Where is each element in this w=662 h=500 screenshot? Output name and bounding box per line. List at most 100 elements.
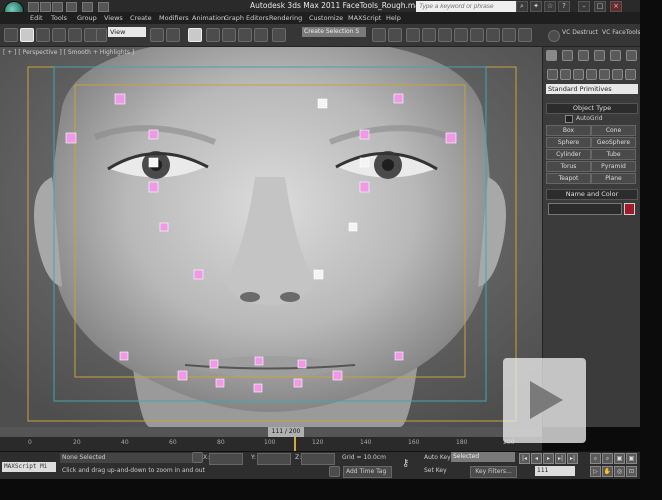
- hierarchy-panel-icon[interactable]: [578, 50, 589, 61]
- box-button[interactable]: Box: [546, 125, 591, 136]
- orbit-icon[interactable]: ◎: [614, 466, 625, 477]
- plane-button[interactable]: Plane: [591, 173, 636, 184]
- open-file-icon[interactable]: [40, 2, 51, 12]
- minimize-icon[interactable]: –: [578, 1, 590, 12]
- reference-coordinate-dropdown[interactable]: View: [108, 27, 146, 37]
- key-filters-button[interactable]: Key Filters...: [470, 466, 517, 478]
- angle-snap-icon[interactable]: [222, 28, 236, 42]
- autogrid-checkbox[interactable]: [565, 115, 573, 123]
- align-icon[interactable]: [388, 28, 402, 42]
- systems-icon[interactable]: [625, 69, 636, 80]
- motion-panel-icon[interactable]: [594, 50, 605, 61]
- x-coordinate-field[interactable]: [209, 453, 243, 465]
- primitives-dropdown[interactable]: Standard Primitives: [546, 84, 638, 94]
- teapot-button[interactable]: Teapot: [546, 173, 591, 184]
- material-editor-icon[interactable]: [470, 28, 484, 42]
- spinner-snap-icon[interactable]: [254, 28, 268, 42]
- y-coordinate-field[interactable]: [257, 453, 291, 465]
- geosphere-button[interactable]: GeoSphere: [591, 137, 636, 148]
- torus-button[interactable]: Torus: [546, 161, 591, 172]
- lights-icon[interactable]: [573, 69, 584, 80]
- helpers-icon[interactable]: [599, 69, 610, 80]
- communication-center-icon[interactable]: ☆: [544, 1, 556, 12]
- search-input[interactable]: [416, 1, 517, 12]
- object-type-rollout[interactable]: Object Type: [546, 103, 638, 114]
- save-file-icon[interactable]: [52, 2, 63, 12]
- percent-snap-icon[interactable]: [238, 28, 252, 42]
- display-panel-icon[interactable]: [610, 50, 621, 61]
- zoom-icon[interactable]: ⌕: [590, 453, 601, 464]
- select-by-name-icon[interactable]: [36, 28, 50, 42]
- menu-graph-editors[interactable]: Graph Editors: [224, 14, 269, 22]
- subscription-icon[interactable]: ✦: [530, 1, 542, 12]
- maximize-icon[interactable]: □: [594, 1, 606, 12]
- go-to-end-icon[interactable]: ▸|: [567, 453, 578, 464]
- cylinder-button[interactable]: Cylinder: [546, 149, 591, 160]
- render-setup-icon[interactable]: [486, 28, 500, 42]
- object-name-field[interactable]: [548, 203, 622, 215]
- menu-animation[interactable]: Animation: [192, 14, 225, 22]
- play-icon[interactable]: ▸: [543, 453, 554, 464]
- select-manipulate-icon[interactable]: [166, 28, 180, 42]
- zoom-all-icon[interactable]: ⌕: [602, 453, 613, 464]
- modify-panel-icon[interactable]: [562, 50, 573, 61]
- rendered-frame-icon[interactable]: [502, 28, 516, 42]
- help-icon[interactable]: ?: [558, 1, 570, 12]
- sphere-button[interactable]: Sphere: [546, 137, 591, 148]
- shapes-icon[interactable]: [560, 69, 571, 80]
- set-key-icon[interactable]: ⚷: [402, 458, 409, 469]
- select-scale-icon[interactable]: [96, 28, 107, 42]
- keyboard-shortcut-icon[interactable]: [188, 28, 202, 42]
- menu-group[interactable]: Group: [77, 14, 97, 22]
- new-file-icon[interactable]: [28, 2, 39, 12]
- selection-lock-icon[interactable]: [192, 452, 203, 463]
- layer-manager-icon[interactable]: [406, 28, 420, 42]
- add-time-tag-icon[interactable]: [329, 466, 340, 477]
- cameras-icon[interactable]: [586, 69, 597, 80]
- field-of-view-icon[interactable]: ▷: [590, 466, 601, 477]
- z-coordinate-field[interactable]: [301, 453, 335, 465]
- create-panel-icon[interactable]: [546, 50, 557, 61]
- select-object-icon[interactable]: [20, 28, 34, 42]
- redo-icon[interactable]: [82, 2, 93, 12]
- time-slider-thumb[interactable]: 111 / 200: [268, 427, 304, 437]
- mirror-icon[interactable]: [372, 28, 386, 42]
- pyramid-button[interactable]: Pyramid: [591, 161, 636, 172]
- key-mode-dropdown[interactable]: Selected: [451, 452, 515, 462]
- curve-editor-icon[interactable]: [438, 28, 452, 42]
- menu-views[interactable]: Views: [104, 14, 123, 22]
- current-frame-field[interactable]: 111: [535, 466, 575, 476]
- schematic-view-icon[interactable]: [454, 28, 468, 42]
- tab-vc-facetools[interactable]: VC FaceTools: [602, 29, 641, 36]
- geometry-icon[interactable]: [547, 69, 558, 80]
- maxscript-listener-field[interactable]: MAXScript Mi: [2, 462, 56, 472]
- snaps-toggle-icon[interactable]: [206, 28, 220, 42]
- menu-create[interactable]: Create: [130, 14, 152, 22]
- rectangular-selection-icon[interactable]: [52, 28, 66, 42]
- auto-key-button[interactable]: Auto Key: [424, 454, 451, 461]
- menu-tools[interactable]: Tools: [51, 14, 67, 22]
- utilities-panel-icon[interactable]: [626, 50, 637, 61]
- go-to-start-icon[interactable]: |◂: [519, 453, 530, 464]
- menu-modifiers[interactable]: Modifiers: [159, 14, 189, 22]
- menu-maxscript[interactable]: MAXScript: [348, 14, 381, 22]
- menu-rendering[interactable]: Rendering: [269, 14, 302, 22]
- render-production-icon[interactable]: [518, 28, 532, 42]
- maximize-viewport-icon[interactable]: ⊡: [626, 466, 637, 477]
- edit-named-selection-icon[interactable]: [272, 28, 286, 42]
- teapot-icon[interactable]: [548, 30, 560, 42]
- pivot-center-icon[interactable]: [150, 28, 164, 42]
- menu-help[interactable]: Help: [386, 14, 401, 22]
- zoom-extents-all-icon[interactable]: ▣: [626, 453, 637, 464]
- project-folder-icon[interactable]: [98, 2, 109, 12]
- add-time-tag-button[interactable]: Add Time Tag: [343, 466, 392, 478]
- set-key-button[interactable]: Set Key: [424, 467, 447, 474]
- cone-button[interactable]: Cone: [591, 125, 636, 136]
- search-icon[interactable]: ⌕: [516, 1, 528, 12]
- graphite-tools-icon[interactable]: [422, 28, 436, 42]
- menu-customize[interactable]: Customize: [309, 14, 343, 22]
- pan-view-icon[interactable]: ✋: [602, 466, 613, 477]
- viewport-label[interactable]: [ + ] [ Perspective ] [ Smooth + Highlig…: [3, 49, 134, 56]
- tube-button[interactable]: Tube: [591, 149, 636, 160]
- zoom-extents-icon[interactable]: ▣: [614, 453, 625, 464]
